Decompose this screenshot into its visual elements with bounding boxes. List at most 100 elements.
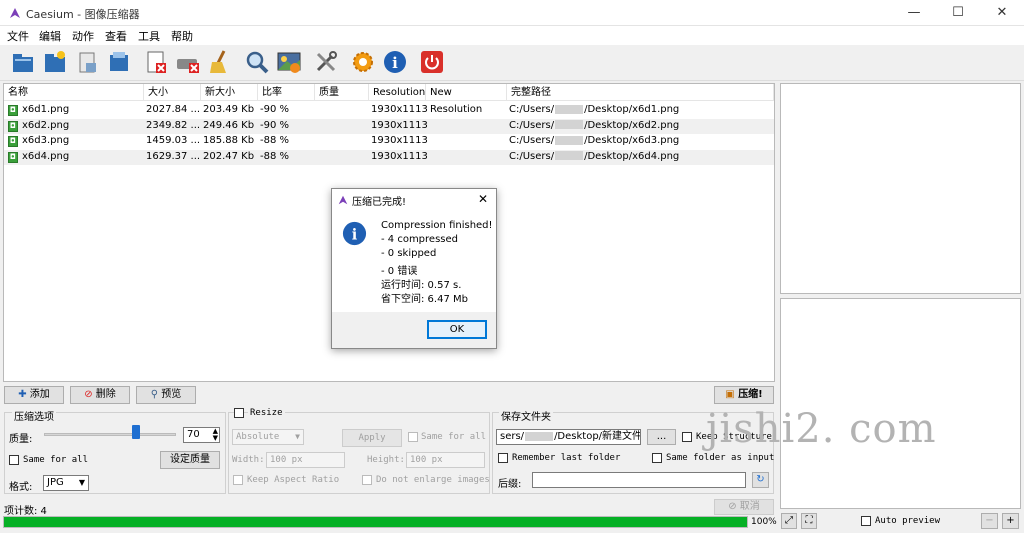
- caesium-app-icon: [338, 195, 348, 205]
- remove-button[interactable]: ⊘ 删除: [70, 386, 130, 404]
- column-name[interactable]: 名称: [4, 84, 144, 101]
- zoom-in-button[interactable]: +: [1002, 513, 1019, 529]
- same-for-all-label: Same for all: [23, 455, 89, 465]
- output-folder-field[interactable]: sers/ /Desktop/新建文件夹: [496, 429, 641, 445]
- path-prefix: C:/Users/: [509, 150, 555, 162]
- path-prefix: C:/Users/: [509, 104, 555, 115]
- resize-checkbox[interactable]: [234, 408, 244, 418]
- apply-button[interactable]: Apply: [342, 429, 402, 447]
- remove-all-icon[interactable]: [174, 48, 202, 76]
- image-preview-icon[interactable]: [275, 48, 303, 76]
- svg-text:i: i: [352, 226, 358, 243]
- browse-button[interactable]: ...: [647, 429, 676, 445]
- magnifier-icon: ⚲: [150, 389, 162, 400]
- column-full-path[interactable]: 完整路径: [507, 84, 774, 101]
- auto-preview-label: Auto preview: [875, 516, 941, 526]
- column-resolution[interactable]: Resolution: [369, 84, 426, 101]
- column-size[interactable]: 大小: [144, 84, 201, 101]
- open-folder-icon[interactable]: [41, 48, 69, 76]
- table-row[interactable]: ◘ x6d4.png 1629.37 ... 202.47 Kb -88 % 1930x1…: [4, 149, 774, 165]
- ok-button[interactable]: OK: [427, 320, 487, 339]
- remember-folder-checkbox[interactable]: [498, 453, 508, 463]
- ratio-cell: -88 %: [260, 150, 290, 162]
- full-path-cell: C:/Users/ /Desktop/x6d4.png: [509, 151, 679, 162]
- progress-percent: 100%: [751, 517, 777, 527]
- compress-label: 压缩!: [738, 389, 763, 400]
- actual-size-icon[interactable]: ⛶: [801, 513, 817, 529]
- output-folder-suffix: /Desktop/新建文件夹: [554, 431, 640, 442]
- column-ratio[interactable]: 比率: [258, 84, 315, 101]
- save-all-icon[interactable]: [105, 48, 133, 76]
- height-label: Height:: [367, 455, 405, 465]
- open-file-icon[interactable]: [9, 48, 37, 76]
- dialog-footer: OK: [332, 312, 496, 348]
- column-new-size[interactable]: 新大小: [201, 84, 258, 101]
- add-label: 添加: [29, 389, 50, 400]
- set-quality-button[interactable]: 设定质量: [160, 451, 220, 469]
- same-folder-checkbox[interactable]: [652, 453, 662, 463]
- fit-to-window-icon[interactable]: ⤢: [781, 513, 797, 529]
- dialog-close-button[interactable]: ✕: [478, 192, 488, 206]
- compress-icon: ▣: [725, 389, 739, 400]
- clear-list-icon[interactable]: [206, 48, 234, 76]
- column-quality[interactable]: 质量: [315, 84, 369, 101]
- keep-aspect-label: Keep Aspect Ratio: [247, 475, 340, 485]
- menu-help[interactable]: 帮助: [171, 28, 193, 44]
- preview-button[interactable]: ⚲ 预览: [136, 386, 196, 404]
- preview-icon[interactable]: [243, 48, 271, 76]
- keep-aspect-checkbox[interactable]: [233, 475, 243, 485]
- compress-button[interactable]: ▣ 压缩!: [714, 386, 774, 404]
- height-spinbox[interactable]: 100 px: [406, 452, 485, 468]
- file-name-cell: x6d4.png: [22, 150, 70, 162]
- output-group-title: 保存文件夹: [499, 408, 553, 423]
- zoom-out-button[interactable]: −: [981, 513, 998, 529]
- remember-folder-label: Remember last folder: [512, 453, 621, 463]
- keep-structure-checkbox[interactable]: [682, 432, 692, 442]
- dialog-message-line: - 0 错误: [381, 266, 418, 277]
- resize-mode-value: Absolute: [236, 432, 280, 442]
- table-row[interactable]: ◘ x6d3.png 1459.03 ... 185.88 Kb -88 % 1930x1…: [4, 134, 774, 149]
- path-suffix: /Desktop/x6d3.png: [584, 135, 680, 146]
- progress-bar: [3, 516, 748, 528]
- progress-fill: [4, 517, 747, 527]
- new-size-cell: 185.88 Kb: [203, 135, 255, 146]
- menu-edit[interactable]: 编辑: [39, 28, 61, 44]
- remove-item-icon[interactable]: [142, 48, 170, 76]
- quality-slider-thumb[interactable]: [132, 425, 141, 439]
- auto-preview-checkbox[interactable]: [861, 516, 871, 526]
- quality-spinbox[interactable]: 70 ▲ ▼: [183, 427, 220, 443]
- quality-slider-track[interactable]: [44, 433, 176, 436]
- resize-mode-select[interactable]: Absolute ▼: [232, 429, 304, 445]
- width-spinbox[interactable]: 100 px: [266, 452, 345, 468]
- exit-icon[interactable]: [418, 48, 446, 76]
- menu-file[interactable]: 文件: [7, 28, 29, 44]
- dialog-message-line: - 0 skipped: [381, 248, 437, 259]
- menu-tools[interactable]: 工具: [138, 28, 160, 44]
- save-list-icon[interactable]: [73, 48, 101, 76]
- maximize-button[interactable]: ☐: [936, 0, 980, 26]
- format-select[interactable]: JPG ▼: [43, 475, 89, 491]
- table-row[interactable]: ◘ x6d1.png 2027.84 ... 203.49 Kb -90 % 1930x1…: [4, 103, 774, 118]
- no-enlarge-checkbox[interactable]: [362, 475, 372, 485]
- menu-action[interactable]: 动作: [72, 28, 94, 44]
- settings-icon[interactable]: [349, 48, 377, 76]
- column-new-resolution[interactable]: New Resolution: [426, 84, 507, 115]
- redacted-username: [555, 104, 584, 114]
- table-row[interactable]: ◘ x6d2.png 2349.82 ... 249.46 Kb -90 % 1930x1…: [4, 118, 774, 134]
- compressed-preview-pane: [780, 298, 1021, 509]
- new-size-cell: 203.49 Kb: [203, 104, 255, 115]
- suffix-field[interactable]: [532, 472, 746, 488]
- close-button[interactable]: ✕: [980, 0, 1024, 26]
- cancel-button[interactable]: ⊘ 取消: [714, 499, 774, 515]
- add-button[interactable]: ✚ 添加: [4, 386, 64, 404]
- compression-finished-dialog: 压缩已完成! ✕ i Compression finished! - 4 com…: [331, 188, 497, 349]
- info-icon[interactable]: i: [381, 48, 409, 76]
- file-name-cell: x6d3.png: [22, 135, 70, 146]
- menu-view[interactable]: 查看: [105, 28, 127, 44]
- refresh-icon[interactable]: ↻: [752, 472, 769, 488]
- tools-icon[interactable]: [312, 48, 340, 76]
- same-for-all-checkbox[interactable]: [9, 455, 19, 465]
- resize-same-for-all-checkbox[interactable]: [408, 432, 418, 442]
- watermark: jishi2. com: [706, 406, 937, 452]
- minimize-button[interactable]: —: [892, 0, 936, 26]
